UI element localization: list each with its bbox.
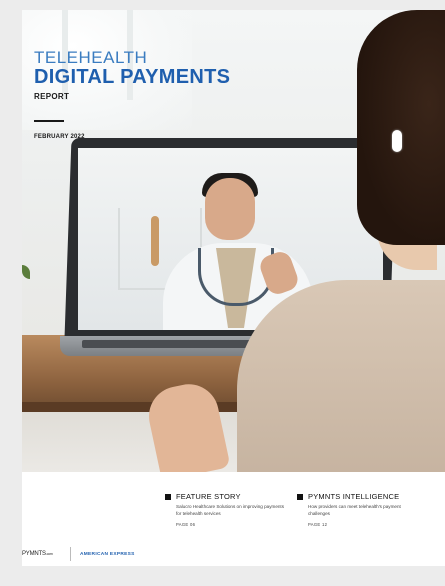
feature-title: PYMNTS INTELLIGENCE	[308, 492, 400, 501]
feature-intelligence[interactable]: PYMNTS INTELLIGENCE How providers can me…	[297, 492, 422, 527]
feature-page: PAGE 06	[176, 522, 196, 527]
brand-divider	[70, 547, 71, 561]
doctor-face	[205, 178, 255, 240]
feature-page: PAGE 12	[308, 522, 328, 527]
square-bullet-icon	[297, 493, 303, 500]
feature-description: How providers can meet telehealth's paym…	[308, 504, 401, 516]
feature-header: FEATURE STORY	[165, 492, 290, 501]
report-cover: TELEHEALTH DIGITAL PAYMENTS REPORT FEBRU…	[22, 10, 445, 566]
square-bullet-icon	[165, 493, 171, 500]
american-express-logo: AMERICAN EXPRESS	[80, 552, 135, 557]
feature-story[interactable]: FEATURE STORY Salucro Healthcare Solutio…	[165, 492, 290, 527]
patient-hair	[357, 10, 445, 245]
feature-header: PYMNTS INTELLIGENCE	[297, 492, 422, 501]
cover-footer: FEATURE STORY Salucro Healthcare Solutio…	[22, 472, 445, 566]
pymnts-suffix: .com	[45, 552, 53, 556]
feature-title: FEATURE STORY	[176, 492, 241, 501]
title-headline: DIGITAL PAYMENTS	[34, 66, 231, 88]
title-kicker: TELEHEALTH	[34, 48, 148, 67]
title-rule	[34, 120, 64, 122]
pymnts-logo: PYMNTS.com	[22, 551, 53, 557]
feature-description: Salucro Healthcare Solutions on improvin…	[176, 504, 285, 516]
cover-title-block: TELEHEALTH DIGITAL PAYMENTS REPORT	[34, 48, 231, 101]
issue-date: FEBRUARY 2022	[34, 134, 85, 140]
anatomy-figurine	[151, 216, 159, 266]
pymnts-wordmark: PYMNTS	[22, 551, 46, 557]
plant-leaf	[22, 265, 30, 279]
title-subhead: REPORT	[34, 92, 70, 101]
earphone	[392, 130, 402, 152]
desk-edge	[22, 402, 272, 412]
